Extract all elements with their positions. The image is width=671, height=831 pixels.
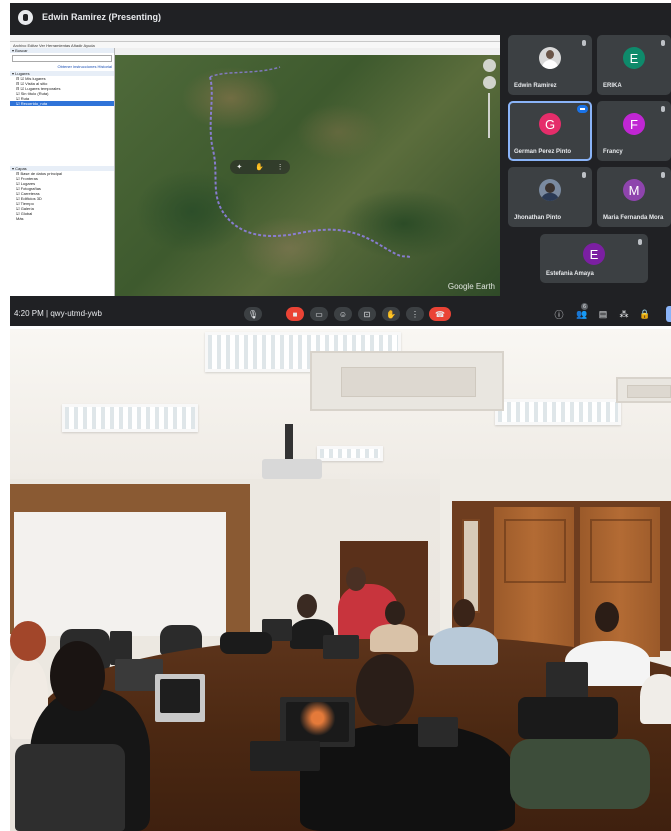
presenter-label: Edwin Ramirez (Presenting) bbox=[42, 12, 162, 22]
participant-tile[interactable]: Edwin Ramirez bbox=[508, 35, 592, 95]
look-icon[interactable] bbox=[482, 76, 496, 89]
participant-name: Maria Fernanda Mora bbox=[603, 215, 664, 221]
emoji-icon[interactable]: ☺ bbox=[334, 307, 352, 321]
camera-off-icon[interactable]: ■ bbox=[286, 307, 304, 321]
zoom-slider[interactable] bbox=[488, 93, 490, 138]
projector bbox=[262, 459, 322, 479]
participant-name: Edwin Ramirez bbox=[514, 83, 557, 89]
ceiling-light bbox=[495, 399, 621, 425]
host-controls-button[interactable] bbox=[666, 306, 671, 322]
navigation-controls[interactable] bbox=[482, 59, 496, 138]
backpack bbox=[518, 697, 618, 739]
laptop-screen bbox=[160, 679, 200, 713]
ceiling-light bbox=[317, 446, 383, 461]
mic-off-icon bbox=[661, 40, 665, 46]
ge-toolbar[interactable] bbox=[115, 48, 500, 55]
person-head bbox=[297, 594, 317, 618]
ceiling-light bbox=[62, 404, 198, 432]
participant-avatar: M bbox=[623, 179, 645, 201]
mic-off-icon bbox=[661, 172, 665, 178]
mic-icon[interactable]: 🎙 bbox=[244, 307, 262, 321]
person-head bbox=[385, 601, 405, 625]
ge-sidebar: ▾ Buscar Obtener instrucciones Historial… bbox=[10, 48, 115, 296]
door bbox=[494, 507, 574, 657]
participant-avatar: E bbox=[583, 243, 605, 265]
chat-icon[interactable]: ▤ bbox=[597, 307, 609, 321]
pin-icon[interactable]: ✦ bbox=[236, 163, 242, 171]
air-conditioner bbox=[310, 351, 504, 411]
person bbox=[430, 627, 498, 665]
info-icon[interactable]: ⓘ bbox=[553, 307, 565, 321]
participant-tile[interactable]: E ERIKA bbox=[597, 35, 671, 95]
mic-off-icon bbox=[582, 40, 586, 46]
participant-name: German Perez Pinto bbox=[514, 149, 572, 155]
whiteboard bbox=[14, 512, 226, 636]
lock-icon[interactable]: 🔒 bbox=[639, 307, 651, 321]
more-icon[interactable]: ⋮ bbox=[406, 307, 424, 321]
participant-name: ERIKA bbox=[603, 83, 622, 89]
projector-mount bbox=[285, 424, 293, 459]
ge-places-blank bbox=[10, 106, 114, 164]
google-earth-logo: Google Earth bbox=[447, 282, 495, 291]
person-head bbox=[595, 602, 619, 632]
person-head bbox=[10, 621, 46, 661]
participant-name: Estefania Amaya bbox=[546, 271, 594, 277]
door bbox=[580, 507, 660, 657]
captions-icon[interactable]: ▭ bbox=[310, 307, 328, 321]
mic-off-icon bbox=[638, 239, 642, 245]
presenting-bar: Edwin Ramirez (Presenting) bbox=[10, 3, 671, 31]
hand-tool-icon[interactable]: ✋ bbox=[255, 163, 264, 171]
participant-avatar: E bbox=[623, 47, 645, 69]
participant-name: Francy bbox=[603, 149, 623, 155]
participant-tile[interactable]: F Francy bbox=[597, 101, 671, 161]
participant-photo bbox=[539, 179, 561, 201]
participant-tile-active[interactable]: G German Perez Pinto bbox=[508, 101, 592, 161]
person-head bbox=[453, 599, 475, 627]
participant-photo bbox=[539, 47, 561, 69]
chair bbox=[15, 744, 125, 831]
participant-tile[interactable]: Jhonathan Pinto bbox=[508, 167, 592, 227]
person-head bbox=[346, 567, 366, 591]
participant-tile[interactable]: M Maria Fernanda Mora bbox=[597, 167, 671, 227]
earth-map[interactable]: ✦ ✋ ⋮ Google Earth bbox=[115, 55, 500, 296]
compass-icon[interactable] bbox=[482, 59, 496, 72]
end-call-icon[interactable]: ☎ bbox=[429, 307, 451, 321]
mic-off-icon bbox=[661, 106, 665, 112]
meeting-time-code: 4:20 PM | qwy-utmd-ywb bbox=[14, 308, 102, 318]
people-icon[interactable]: 👥 bbox=[576, 307, 588, 321]
laptop bbox=[323, 635, 359, 659]
participant-name: Jhonathan Pinto bbox=[514, 215, 561, 221]
present-icon[interactable]: ⊡ bbox=[358, 307, 376, 321]
participant-tile[interactable]: E Estefania Amaya bbox=[540, 234, 648, 283]
laptop bbox=[546, 662, 588, 700]
backpack bbox=[220, 632, 272, 654]
activities-icon[interactable]: ⁂ bbox=[618, 307, 630, 321]
ge-search-input[interactable] bbox=[12, 55, 112, 62]
map-overlay-controls[interactable]: ✦ ✋ ⋮ bbox=[230, 160, 290, 174]
ge-layer-item[interactable]: Más bbox=[10, 216, 114, 221]
meet-window: Edwin Ramirez (Presenting) Archivo Edita… bbox=[10, 3, 671, 326]
ge-titlebar bbox=[10, 35, 500, 42]
person-head bbox=[50, 641, 105, 711]
speaking-icon bbox=[577, 105, 588, 113]
hand-icon[interactable]: ✋ bbox=[382, 307, 400, 321]
participant-avatar: G bbox=[539, 113, 561, 135]
shared-screen: Archivo Editar Ver Herramientas Añadir A… bbox=[10, 35, 500, 296]
ge-search-title[interactable]: ▾ Buscar bbox=[10, 48, 114, 53]
classroom-photo bbox=[10, 329, 671, 831]
person bbox=[370, 624, 418, 652]
more-icon[interactable]: ⋮ bbox=[277, 163, 284, 171]
laptop-keyboard bbox=[250, 741, 320, 771]
ge-search-links[interactable]: Obtener instrucciones Historial bbox=[10, 64, 114, 69]
mic-off-icon bbox=[582, 172, 586, 178]
laptop-screen bbox=[286, 702, 349, 742]
route-path bbox=[209, 66, 411, 258]
participant-avatar: F bbox=[623, 113, 645, 135]
backpack bbox=[510, 739, 650, 809]
air-conditioner bbox=[616, 377, 671, 403]
laptop bbox=[418, 717, 458, 747]
person bbox=[640, 674, 671, 724]
person-head bbox=[356, 654, 414, 726]
presenter-icon bbox=[18, 9, 33, 25]
